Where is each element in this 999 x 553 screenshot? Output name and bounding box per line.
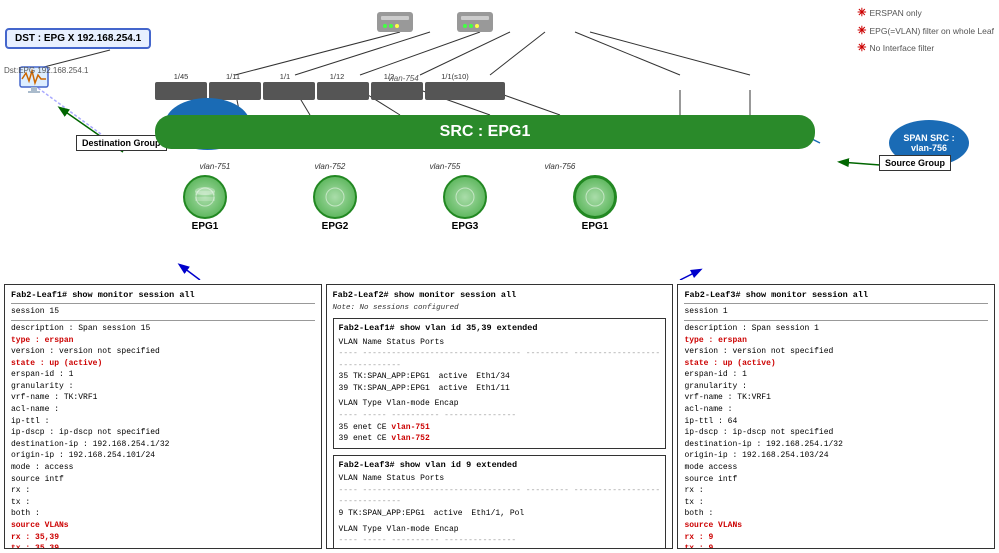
legend-item-3: ✳ No Interface filter [857, 40, 994, 58]
sub-title-top: Fab2-Leaf1# show vlan id 35,39 extended [339, 322, 661, 334]
epg-item-1: EPG1 [170, 175, 240, 232]
epg-server-icon-2 [313, 175, 357, 219]
leaf-label-6: 1/1(s10) [415, 72, 495, 81]
terminal-area: Fab2-Leaf1# show monitor session all ses… [0, 280, 999, 553]
epg-label-4: EPG1 [582, 221, 609, 232]
vlan-label-1: vlan-751 [185, 162, 245, 171]
vlan-label-2: vlan-752 [300, 162, 360, 171]
epg-label-3: EPG3 [452, 221, 479, 232]
legend-item-1: ✳ ERSPAN only [857, 5, 994, 23]
leaf-switch-6 [425, 82, 505, 100]
epg-server-icon-4 [573, 175, 617, 219]
terminal-left: Fab2-Leaf1# show monitor session all ses… [4, 284, 322, 549]
terminal-middle: Fab2-Leaf2# show monitor session all Not… [326, 284, 674, 549]
src-epg-band: SRC : EPG1 [155, 115, 815, 149]
terminal-right-session: session 1 [684, 306, 988, 318]
sub-terminal-vlan-35-39: Fab2-Leaf1# show vlan id 35,39 extended … [333, 318, 667, 449]
leaf-switch-2 [209, 82, 261, 100]
leaf-label-1: 1/45 [155, 72, 207, 81]
vlan-label-4: vlan-756 [530, 162, 590, 171]
leaf-label-4: 1/12 [311, 72, 363, 81]
switch-row [375, 8, 495, 36]
dest-ip-label: Dst:EPG 192.168.254.1 [4, 66, 89, 75]
leaf-label-2: 1/11 [207, 72, 259, 81]
source-group-label: Source Group [879, 155, 951, 171]
epg-server-icon-3 [443, 175, 487, 219]
leaf-switch-4 [317, 82, 369, 100]
epg-server-icon-1 [183, 175, 227, 219]
leaf-label-3: 1/1 [259, 72, 311, 81]
vlan-754-label: vlan-754 [388, 74, 419, 83]
terminal-middle-title: Fab2-Leaf2# show monitor session all [333, 289, 667, 301]
epg-item-3: EPG3 [430, 175, 500, 232]
epg-label-2: EPG2 [322, 221, 349, 232]
src-epg-label: SRC : EPG1 [440, 123, 531, 141]
terminal-right-title: Fab2-Leaf3# show monitor session all [684, 289, 988, 301]
switch-icon-2 [455, 8, 495, 36]
legend: ✳ ERSPAN only ✳ EPG(=VLAN) filter on who… [857, 5, 994, 58]
vlan-labels-row: vlan-751 vlan-752 vlan-755 vlan-756 [185, 162, 590, 171]
epg-label-1: EPG1 [192, 221, 219, 232]
dst-epg-box: DST : EPG X 192.168.254.1 [5, 28, 151, 49]
terminal-left-title: Fab2-Leaf1# show monitor session all [11, 289, 315, 301]
leaf-labels-row: 1/45 1/11 1/1 1/12 1/2 1/1(s10) [155, 72, 495, 81]
leaf-switch-1 [155, 82, 207, 100]
epg-item-4: EPG1 [560, 175, 630, 232]
terminal-right: Fab2-Leaf3# show monitor session all ses… [677, 284, 995, 549]
leaf-switch-3 [263, 82, 315, 100]
epg-row: EPG1 EPG2 EPG3 EPG1 [170, 175, 630, 232]
sub-title-bottom: Fab2-Leaf3# show vlan id 9 extended [339, 459, 661, 471]
sub-terminal-vlan-9: Fab2-Leaf3# show vlan id 9 extended VLAN… [333, 455, 667, 549]
leaf-switch-5 [371, 82, 423, 100]
legend-item-2: ✳ EPG(=VLAN) filter on whole Leaf [857, 23, 994, 41]
dst-epg-label: DST : EPG X 192.168.254.1 [15, 33, 141, 44]
table-header-top: VLAN Name Status Ports [339, 337, 661, 349]
switch-icon-1 [375, 8, 415, 36]
vlan-label-3: vlan-755 [415, 162, 475, 171]
epg-item-2: EPG2 [300, 175, 370, 232]
terminal-left-session: session 15 [11, 306, 315, 318]
terminal-middle-note: Note: No sessions configured [333, 303, 667, 314]
destination-group-label: Destination Group [76, 135, 167, 151]
